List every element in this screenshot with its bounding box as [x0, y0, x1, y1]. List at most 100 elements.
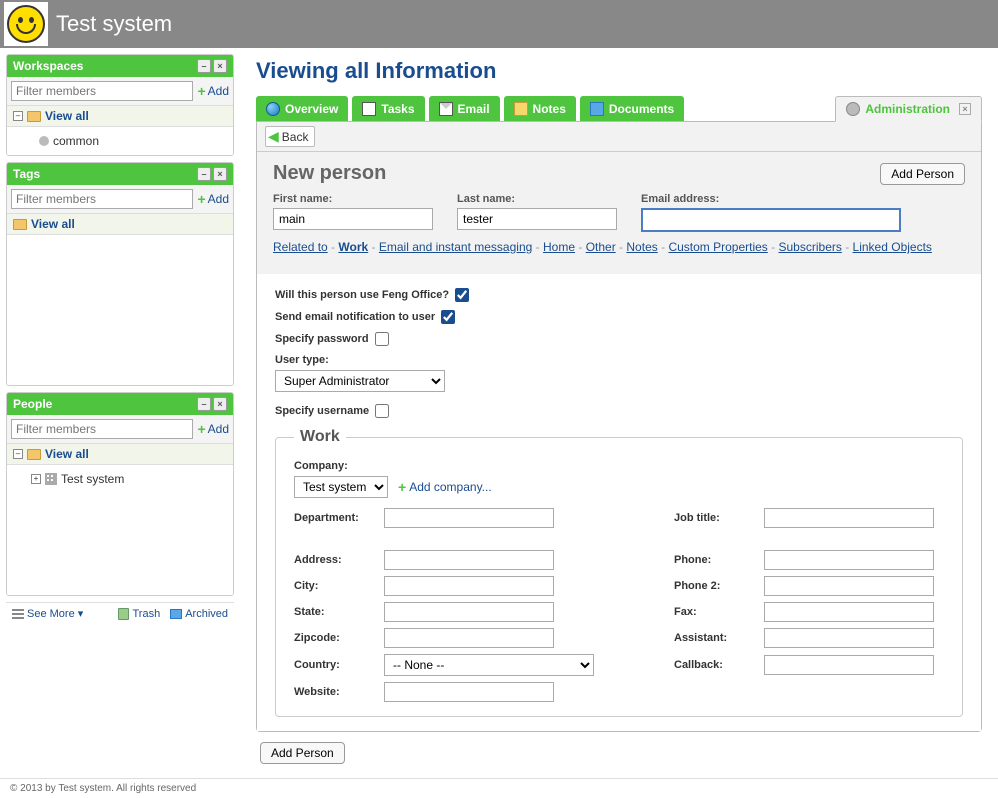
plus-icon: +: [197, 421, 205, 437]
plus-icon: +: [197, 83, 205, 99]
collapse-icon[interactable]: –: [197, 167, 211, 181]
notify-label: Send email notification to user: [275, 311, 435, 323]
trash-icon: [118, 608, 129, 620]
specify-pw-checkbox[interactable]: [375, 332, 389, 346]
add-link[interactable]: +Add: [197, 191, 229, 207]
tree-collapse-icon[interactable]: –: [13, 111, 23, 121]
filter-input[interactable]: [11, 189, 193, 209]
tree-item-label: Test system: [61, 472, 124, 486]
add-link[interactable]: +Add: [197, 421, 229, 437]
tab-documents[interactable]: Documents: [580, 96, 684, 121]
panel-workspaces: Workspaces – × +Add – View all common: [6, 54, 234, 156]
department-input[interactable]: [384, 508, 554, 528]
jobtitle-input[interactable]: [764, 508, 934, 528]
back-button[interactable]: ◀Back: [265, 126, 315, 147]
viewall-label: View all: [45, 109, 89, 123]
assistant-input[interactable]: [764, 628, 934, 648]
user-type-select[interactable]: Super Administrator: [275, 370, 445, 392]
viewall-row[interactable]: – View all: [7, 444, 233, 465]
feng-checkbox[interactable]: [455, 288, 469, 302]
tasks-icon: [362, 102, 376, 116]
address-label: Address:: [294, 554, 384, 566]
add-person-button-bottom[interactable]: Add Person: [260, 742, 345, 764]
notify-checkbox[interactable]: [441, 310, 455, 324]
tab-administration[interactable]: Administration×: [835, 96, 982, 122]
section-link-work[interactable]: Work: [338, 240, 368, 254]
tab-tasks[interactable]: Tasks: [352, 96, 424, 121]
tree-item[interactable]: common: [11, 131, 229, 151]
website-input[interactable]: [384, 682, 554, 702]
tab-notes[interactable]: Notes: [504, 96, 576, 121]
viewall-row[interactable]: View all: [7, 214, 233, 235]
filter-input[interactable]: [11, 81, 193, 101]
first-name-input[interactable]: [273, 208, 433, 230]
form-title: New person: [273, 162, 386, 185]
sidebar: Workspaces – × +Add – View all common: [0, 48, 240, 778]
close-icon[interactable]: ×: [213, 59, 227, 73]
main: Viewing all Information Overview Tasks E…: [240, 48, 998, 778]
add-link[interactable]: +Add: [197, 83, 229, 99]
city-label: City:: [294, 580, 384, 592]
phone-input[interactable]: [764, 550, 934, 570]
country-select[interactable]: -- None --: [384, 654, 594, 676]
section-link-email-im[interactable]: Email and instant messaging: [379, 240, 532, 254]
folder-icon: [27, 449, 41, 460]
plus-icon: +: [398, 479, 406, 495]
callback-label: Callback:: [674, 659, 764, 671]
tree-item[interactable]: + Test system: [11, 469, 229, 489]
section-link-home[interactable]: Home: [543, 240, 575, 254]
phone2-input[interactable]: [764, 576, 934, 596]
sidebar-bottom: See More▾ Trash Archived: [6, 602, 234, 624]
close-icon[interactable]: ×: [213, 397, 227, 411]
tab-overview[interactable]: Overview: [256, 96, 348, 121]
filter-input[interactable]: [11, 419, 193, 439]
see-more-link[interactable]: See More▾: [12, 607, 83, 620]
tree-collapse-icon[interactable]: –: [13, 449, 23, 459]
panel-header: Workspaces – ×: [7, 55, 233, 77]
city-input[interactable]: [384, 576, 554, 596]
fax-input[interactable]: [764, 602, 934, 622]
address-input[interactable]: [384, 550, 554, 570]
panel-title: Workspaces: [13, 59, 83, 73]
close-icon[interactable]: ×: [959, 103, 971, 115]
user-type-label: User type:: [275, 354, 963, 366]
section-link-notes[interactable]: Notes: [626, 240, 657, 254]
phone2-label: Phone 2:: [674, 580, 764, 592]
viewall-label: View all: [45, 447, 89, 461]
trash-link[interactable]: Trash: [118, 608, 160, 620]
section-link-subscribers[interactable]: Subscribers: [779, 240, 842, 254]
state-input[interactable]: [384, 602, 554, 622]
section-link-other[interactable]: Other: [586, 240, 616, 254]
notes-icon: [514, 102, 528, 116]
back-arrow-icon: ◀: [268, 128, 279, 145]
related-to-link[interactable]: Related to: [273, 240, 328, 254]
phone-label: Phone:: [674, 554, 764, 566]
building-icon: [45, 473, 57, 485]
add-company-link[interactable]: +Add company...: [398, 479, 492, 495]
archive-icon: [170, 609, 182, 619]
section-link-linked[interactable]: Linked Objects: [853, 240, 932, 254]
viewall-row[interactable]: – View all: [7, 106, 233, 127]
close-icon[interactable]: ×: [213, 167, 227, 181]
page-title: Viewing all Information: [256, 58, 982, 84]
tree-expand-icon[interactable]: +: [31, 474, 41, 484]
email-input[interactable]: [641, 208, 901, 232]
callback-input[interactable]: [764, 655, 934, 675]
tab-bar: Overview Tasks Email Notes Documents Adm…: [256, 96, 982, 122]
add-person-button[interactable]: Add Person: [880, 163, 965, 185]
zipcode-input[interactable]: [384, 628, 554, 648]
company-select[interactable]: Test system: [294, 476, 388, 498]
last-name-input[interactable]: [457, 208, 617, 230]
specify-user-checkbox[interactable]: [375, 404, 389, 418]
collapse-icon[interactable]: –: [197, 397, 211, 411]
section-link-custom[interactable]: Custom Properties: [668, 240, 767, 254]
collapse-icon[interactable]: –: [197, 59, 211, 73]
folder-icon: [27, 111, 41, 122]
site-title: Test system: [56, 11, 172, 37]
archived-link[interactable]: Archived: [170, 608, 228, 620]
header: Test system: [0, 0, 998, 48]
fax-label: Fax:: [674, 606, 764, 618]
tab-email[interactable]: Email: [429, 96, 500, 121]
viewall-label: View all: [31, 217, 75, 231]
panel-header: People – ×: [7, 393, 233, 415]
